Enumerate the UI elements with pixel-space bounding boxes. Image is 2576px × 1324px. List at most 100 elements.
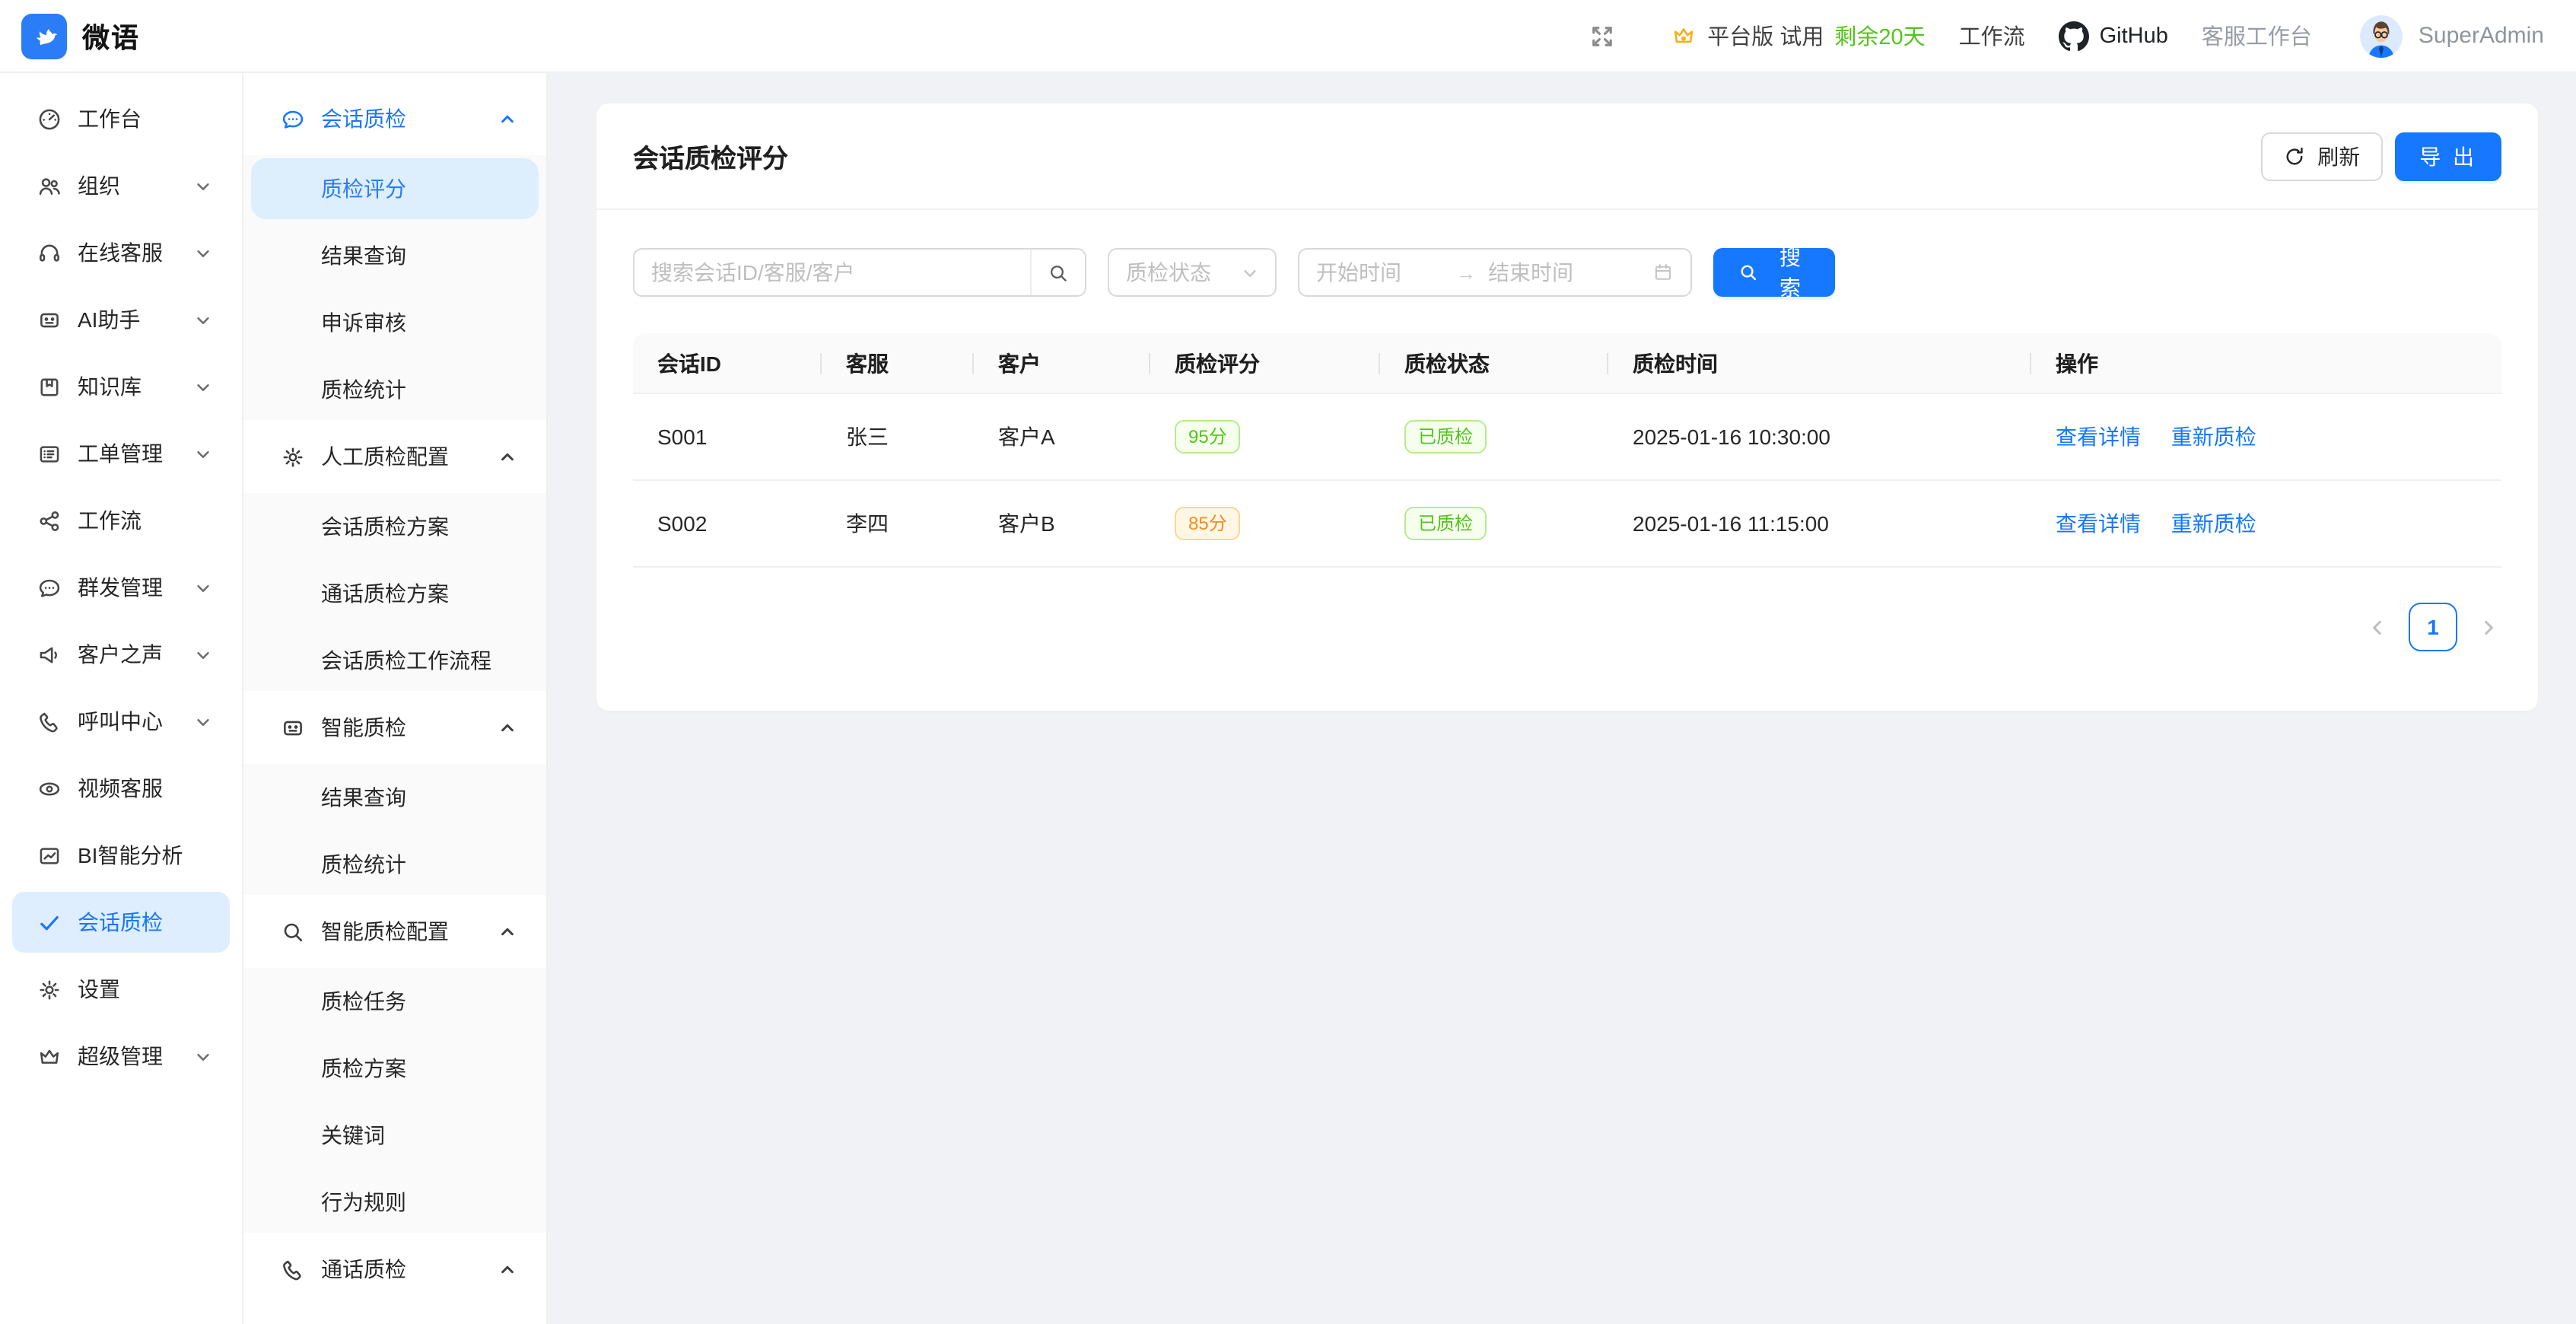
search-button[interactable]: 搜索 [1713,248,1835,297]
submenu-item-qc-task[interactable]: 质检任务 [251,971,539,1032]
view-detail-link[interactable]: 查看详情 [2056,511,2141,536]
submenu-item-qc-plan[interactable]: 质检方案 [251,1038,539,1099]
col-session-id: 会话ID [633,333,822,394]
user-menu[interactable]: SuperAdmin [2361,14,2544,57]
sidebar-item-settings[interactable]: 设置 [12,959,230,1020]
phone-icon [280,1256,306,1282]
sidebar-item-broadcast[interactable]: 群发管理 [12,557,230,618]
chevron-down-icon [195,1048,211,1065]
submenu-group-smart-qc-config[interactable]: 智能质检配置 [256,901,534,962]
table-row: S001 张三 客户A 95分 已质检 2025-01-16 10:30:00 … [633,394,2501,481]
submenu-children: 会话质检方案 通话质检方案 会话质检工作流程 [243,493,546,691]
gear-icon [37,976,62,1002]
filter-bar: 质检状态 开始时间 → 结束时间 搜索 [633,248,2501,297]
card-actions: 刷新 导 出 [2261,132,2501,180]
submenu-children: 质检任务 质检方案 关键词 行为规则 [243,968,546,1233]
status-select[interactable]: 质检状态 [1108,248,1277,297]
sidebar-item-super-admin[interactable]: 超级管理 [12,1026,230,1087]
col-status: 质检状态 [1380,333,1608,394]
crown-icon [37,1043,62,1069]
submenu-item-behavior-rules[interactable]: 行为规则 [251,1172,539,1233]
chevron-up-icon [499,719,516,736]
fullscreen-icon[interactable] [1589,22,1616,49]
header-link-workflow[interactable]: 工作流 [1959,20,2025,52]
col-time: 质检时间 [1608,333,2031,394]
search-field [633,248,1086,297]
sidebar-item-knowledge-base[interactable]: 知识库 [12,356,230,417]
megaphone-icon [37,641,62,667]
sidebar-item-voice-of-customer[interactable]: 客户之声 [12,624,230,685]
status-select-placeholder: 质检状态 [1126,257,1242,288]
sidebar-item-call-center[interactable]: 呼叫中心 [12,691,230,752]
pagination-page-1[interactable]: 1 [2409,603,2457,651]
sidebar-item-organization[interactable]: 组织 [12,155,230,216]
submenu-item-session-qc-workflow[interactable]: 会话质检工作流程 [251,630,539,691]
chevron-down-icon [195,646,211,663]
submenu-group-manual-qc-config[interactable]: 人工质检配置 [256,426,534,487]
sidebar-item-bi-analytics[interactable]: BI智能分析 [12,825,230,886]
re-inspect-link[interactable]: 重新质检 [2171,511,2256,536]
date-start-placeholder: 开始时间 [1316,257,1444,288]
score-badge: 85分 [1175,507,1241,540]
refresh-button[interactable]: 刷新 [2261,132,2383,180]
search-input[interactable] [634,260,1030,285]
pagination-prev-icon[interactable] [2368,617,2387,637]
search-icon[interactable] [1030,250,1085,295]
app-header: 微语 平台版 试用 剩余20天 工作流 GitHub 客服工作台 [0,0,2576,73]
pagination: 1 [633,603,2501,651]
card-body: 质检状态 开始时间 → 结束时间 搜索 [596,210,2538,651]
submenu-item-call-qc-plan[interactable]: 通话质检方案 [251,563,539,624]
chevron-up-icon [499,1261,516,1278]
sidebar-item-session-qc[interactable]: 会话质检 [12,892,230,953]
chevron-up-icon [499,923,516,940]
submenu-item-qc-score[interactable]: 质检评分 [251,158,539,219]
share-nodes-icon [37,508,62,533]
search-icon [280,918,306,944]
phone-icon [37,708,62,734]
table-header-row: 会话ID 客服 客户 质检评分 质检状态 质检时间 操作 [633,333,2501,394]
export-button[interactable]: 导 出 [2395,132,2501,180]
cell-agent: 张三 [822,394,974,481]
sidebar-item-ai-assistant[interactable]: AI助手 [12,289,230,350]
sidebar-item-online-service[interactable]: 在线客服 [12,222,230,283]
sidebar-item-workbench[interactable]: 工作台 [12,88,230,149]
view-detail-link[interactable]: 查看详情 [2056,425,2141,449]
pagination-next-icon[interactable] [2479,617,2498,637]
trial-badge[interactable]: 平台版 试用 剩余20天 [1671,20,1925,52]
username-label: SuperAdmin [2419,23,2544,49]
trial-remaining-label: 剩余20天 [1834,20,1925,52]
knowledge-icon [37,374,62,399]
col-score: 质检评分 [1150,333,1380,394]
header-link-workbench[interactable]: 客服工作台 [2202,20,2312,52]
submenu-group-smart-qc[interactable]: 智能质检 [256,697,534,758]
sidebar-item-ticket-management[interactable]: 工单管理 [12,423,230,484]
secondary-sidebar: 会话质检 质检评分 结果查询 申诉审核 质检统计 人工质检配置 会话质检方案 通… [243,73,548,1324]
eye-icon [37,775,62,801]
chevron-up-icon [499,448,516,465]
dove-icon [27,19,61,53]
qc-score-card: 会话质检评分 刷新 导 出 [596,103,2538,711]
submenu-item-smart-result-query[interactable]: 结果查询 [251,767,539,828]
brand-name: 微语 [82,16,140,56]
card-header: 会话质检评分 刷新 导 出 [596,103,2538,210]
date-range-picker[interactable]: 开始时间 → 结束时间 [1298,248,1692,297]
submenu-item-session-qc-plan[interactable]: 会话质检方案 [251,496,539,557]
robot-icon [37,307,62,333]
submenu-group-session-qc[interactable]: 会话质检 [256,88,534,149]
submenu-item-qc-statistics[interactable]: 质检统计 [251,359,539,420]
sidebar-item-workflow[interactable]: 工作流 [12,490,230,551]
robot-icon [280,715,306,740]
brand-logo [21,13,67,59]
github-link[interactable]: GitHub [2059,21,2168,51]
qc-table: 会话ID 客服 客户 质检评分 质检状态 质检时间 操作 S00 [633,333,2501,568]
submenu-item-appeal-review[interactable]: 申诉审核 [251,292,539,353]
submenu-item-keywords[interactable]: 关键词 [251,1105,539,1166]
col-agent: 客服 [822,333,974,394]
chevron-down-icon [195,713,211,730]
sidebar-item-video-service[interactable]: 视频客服 [12,758,230,819]
re-inspect-link[interactable]: 重新质检 [2171,425,2256,449]
submenu-group-call-qc[interactable]: 通话质检 [256,1239,534,1300]
chart-icon [37,842,62,868]
submenu-item-result-query[interactable]: 结果查询 [251,225,539,286]
submenu-item-smart-qc-statistics[interactable]: 质检统计 [251,834,539,895]
